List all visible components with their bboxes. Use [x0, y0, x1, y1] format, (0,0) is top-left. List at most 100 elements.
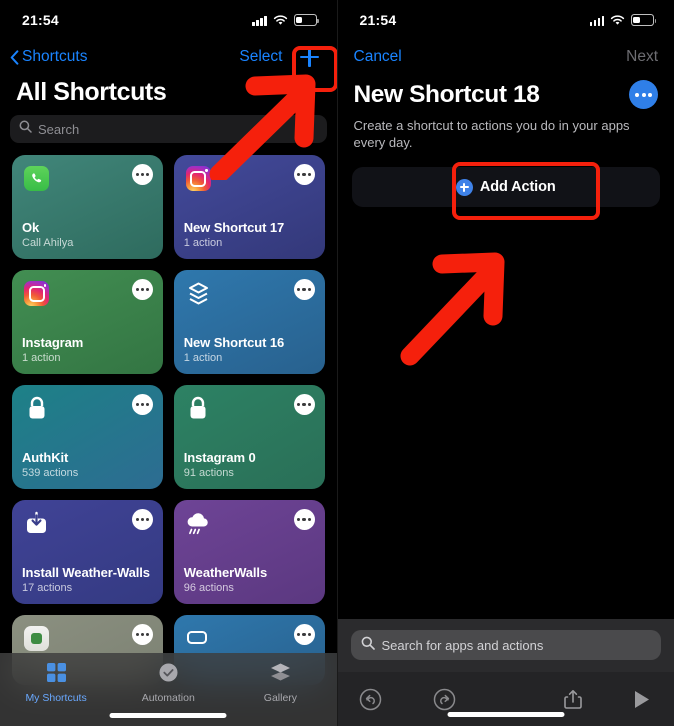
add-action-label: Add Action [479, 179, 556, 195]
shortcut-card-instagram[interactable]: Instagram 1 action [12, 270, 163, 374]
search-input[interactable]: Search [10, 115, 327, 143]
add-action-wrap: Add Action [351, 162, 660, 220]
card-top-row [22, 624, 153, 653]
tab-my-shortcuts[interactable]: My Shortcuts [0, 662, 112, 704]
card-top-row [22, 164, 153, 193]
share-icon[interactable] [560, 686, 586, 712]
card-top-row [22, 279, 153, 308]
plus-icon [300, 47, 319, 67]
card-subtitle: 17 actions [22, 582, 73, 594]
shortcut-card-ok[interactable]: Ok Call Ahilya [12, 155, 163, 259]
ellipsis-circle-icon[interactable] [629, 80, 658, 109]
home-indicator [109, 713, 227, 718]
card-subtitle: Call Ahilya [22, 237, 74, 249]
page-title: All Shortcuts [16, 78, 167, 106]
card-text: WeatherWalls 96 actions [184, 565, 315, 595]
app-icon [184, 624, 213, 653]
layers-icon [184, 279, 213, 308]
card-top-row [22, 509, 153, 538]
shortcuts-grid: Ok Call Ahilya New Shortcut 17 1 action [0, 143, 337, 685]
undo-icon[interactable] [358, 686, 384, 712]
card-subtitle: 1 action [183, 237, 223, 249]
ellipsis-icon[interactable] [293, 509, 315, 530]
bottom-tab-bar: My Shortcuts Automation Gallery [0, 653, 337, 726]
wifi-icon [610, 14, 625, 26]
redo-icon[interactable] [432, 686, 458, 712]
bottom-panel: Search for apps and actions [337, 619, 674, 726]
shortcut-card-install-weather-walls[interactable]: Install Weather-Walls 17 actions [12, 500, 163, 604]
ellipsis-icon[interactable] [131, 624, 153, 645]
card-subtitle: 91 actions [183, 467, 234, 479]
card-top-row [22, 394, 153, 423]
clock-icon [158, 662, 179, 688]
editor-toolbar [337, 672, 674, 726]
right-nav-bar: Cancel Next [338, 40, 674, 74]
cellular-signal-icon [589, 15, 604, 26]
tab-label: My Shortcuts [25, 692, 87, 704]
card-text: AuthKit 539 actions [22, 450, 153, 480]
ellipsis-icon[interactable] [131, 164, 153, 185]
search-icon [361, 636, 375, 655]
ellipsis-icon[interactable] [131, 279, 153, 300]
back-link-label: Shortcuts [22, 48, 88, 65]
shortcut-card-new-shortcut-17[interactable]: New Shortcut 17 1 action [173, 155, 325, 259]
status-clock: 21:54 [359, 12, 397, 28]
card-subtitle: 1 action [183, 352, 223, 364]
search-placeholder: Search [38, 121, 80, 137]
card-text: New Shortcut 16 1 action [184, 335, 315, 365]
action-search-input[interactable]: Search for apps and actions [350, 630, 661, 660]
screenshot-root: 21:54 Shortcuts Select All Shortcuts Sea… [0, 0, 674, 726]
shortcut-title-row: New Shortcut 18 [338, 74, 674, 115]
download-icon [22, 509, 51, 538]
action-search-panel: Search for apps and actions [337, 619, 674, 672]
tab-gallery[interactable]: Gallery [224, 662, 336, 704]
ellipsis-icon[interactable] [293, 624, 315, 645]
instagram-icon [22, 279, 51, 308]
back-to-shortcuts-link[interactable]: Shortcuts [10, 48, 87, 66]
add-shortcut-button[interactable] [297, 44, 323, 70]
cancel-button[interactable]: Cancel [354, 48, 402, 66]
card-title: New Shortcut 17 [183, 220, 285, 235]
ellipsis-icon[interactable] [293, 394, 315, 415]
left-nav-actions: Select [239, 44, 322, 70]
shortcut-card-new-shortcut-16[interactable]: New Shortcut 16 1 action [173, 270, 325, 374]
add-action-button[interactable]: Add Action [351, 167, 660, 207]
lock-icon [184, 394, 213, 423]
shortcut-card-weatherwalls[interactable]: WeatherWalls 96 actions [173, 500, 325, 604]
right-phone-screen: 21:54 Cancel Next New Shortcut 18 Create… [336, 0, 674, 726]
shortcut-card-authkit[interactable]: AuthKit 539 actions [12, 385, 163, 489]
lock-icon [22, 394, 51, 423]
cellular-signal-icon [252, 15, 267, 26]
phone-icon [22, 164, 51, 193]
card-subtitle: 1 action [22, 352, 61, 364]
ellipsis-icon[interactable] [131, 394, 153, 415]
card-title: WeatherWalls [183, 565, 268, 580]
next-button[interactable]: Next [626, 48, 658, 66]
ellipsis-icon[interactable] [293, 279, 315, 300]
card-text: Install Weather-Walls 17 actions [22, 565, 153, 595]
tab-label: Gallery [263, 692, 298, 704]
annotation-arrow-to-add-action [400, 252, 504, 366]
card-top-row [184, 279, 315, 308]
shortcut-description: Create a shortcut to actions you do in y… [353, 118, 630, 150]
instagram-icon [184, 164, 213, 193]
tab-automation[interactable]: Automation [112, 662, 224, 704]
card-text: Instagram 1 action [22, 335, 153, 365]
shortcut-card-instagram-0[interactable]: Instagram 0 91 actions [173, 385, 325, 489]
action-search-placeholder: Search for apps and actions [381, 637, 544, 653]
select-button[interactable]: Select [239, 48, 282, 66]
plus-circle-icon [455, 178, 473, 196]
card-subtitle: 539 actions [22, 467, 79, 479]
layers-icon [269, 662, 292, 688]
play-icon[interactable] [628, 686, 654, 712]
status-icons [589, 14, 657, 26]
battery-icon [631, 14, 657, 26]
grid-icon [46, 662, 67, 688]
card-title: New Shortcut 16 [183, 335, 285, 350]
card-top-row [184, 624, 315, 653]
ellipsis-icon[interactable] [293, 164, 315, 185]
left-phone-screen: 21:54 Shortcuts Select All Shortcuts Sea… [0, 0, 337, 726]
card-title: Install Weather-Walls [22, 565, 150, 580]
ellipsis-icon[interactable] [131, 509, 153, 530]
wifi-icon [273, 14, 288, 26]
